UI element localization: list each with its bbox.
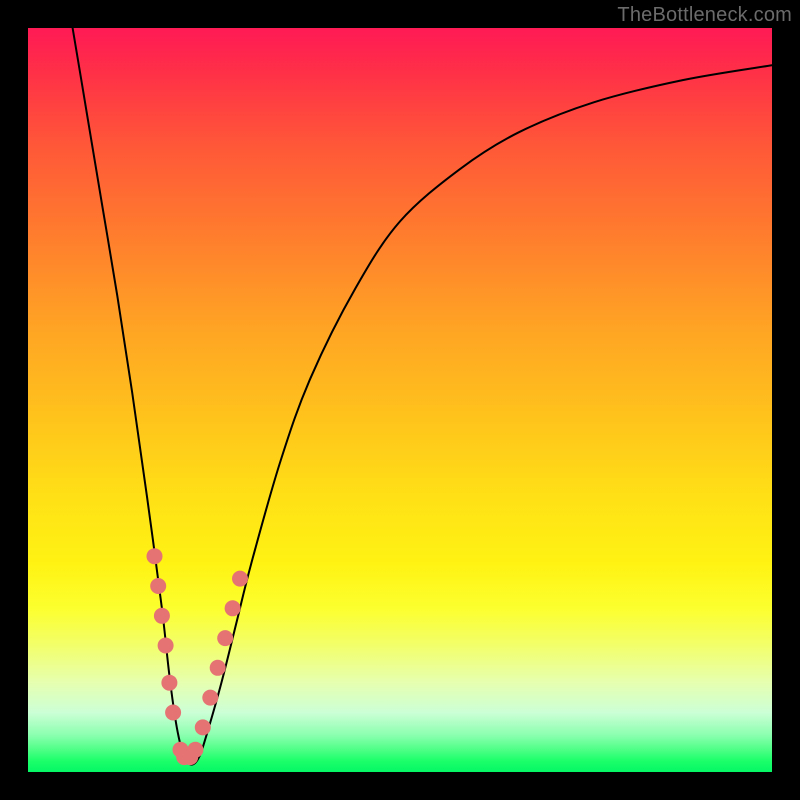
curve-marker [161,675,177,691]
curve-marker [195,719,211,735]
curve-marker [147,548,163,564]
bottleneck-curve [73,28,772,765]
curve-markers [147,548,249,765]
curve-marker [187,742,203,758]
watermark-text: TheBottleneck.com [617,4,792,27]
curve-marker [232,571,248,587]
curve-marker [210,660,226,676]
plot-area [28,28,772,772]
curve-marker [150,578,166,594]
curve-marker [154,608,170,624]
curve-marker [158,638,174,654]
curve-marker [225,600,241,616]
curve-marker [165,705,181,721]
chart-frame: TheBottleneck.com [0,0,800,800]
curve-marker [202,690,218,706]
curve-layer [28,28,772,772]
curve-marker [217,630,233,646]
